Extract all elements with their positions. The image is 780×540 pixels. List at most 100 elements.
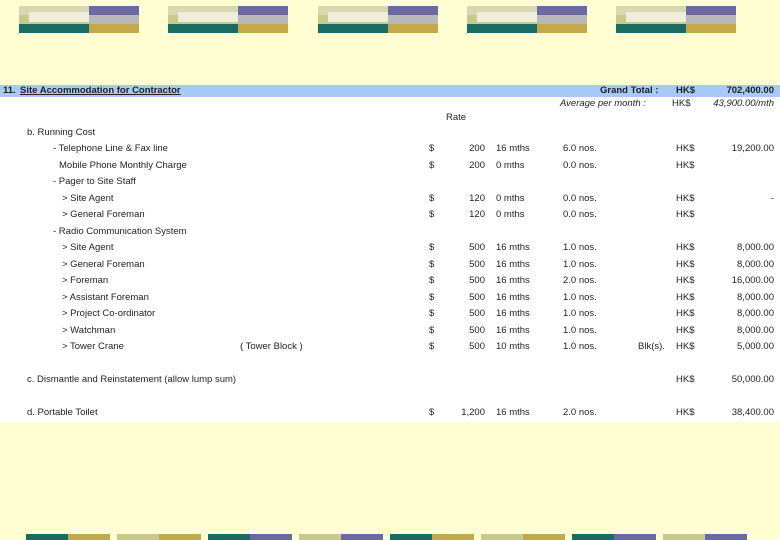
banner-tile-5 — [616, 6, 736, 33]
row-label: > Watchman — [62, 324, 116, 336]
row-currency: HK$ — [676, 143, 695, 154]
row-label: > Foreman — [62, 275, 109, 286]
row-label: - Telephone Line & Fax line — [53, 143, 168, 154]
row-label: > Project Co-ordinator — [62, 308, 156, 319]
spreadsheet-area: 11. Site Accommodation for Contractor Gr… — [0, 85, 780, 422]
row-quantity: 0.0 nos. — [563, 209, 597, 220]
average-currency: HK$ — [672, 98, 691, 109]
row-currency: HK$ — [676, 159, 695, 171]
row-label: - Pager to Site Staff — [53, 176, 136, 187]
row-duration: 16 mths — [496, 143, 530, 154]
row-currency: HK$ — [676, 209, 695, 220]
dismantle-currency: HK$ — [676, 374, 695, 385]
row-currency: HK$ — [676, 242, 695, 253]
row-amount: 16,000.00 — [731, 275, 774, 286]
footer-tile-3 — [208, 534, 292, 540]
footer-tile-5 — [390, 534, 474, 540]
row-rate: 500 — [469, 308, 485, 319]
footer-tile-4 — [299, 534, 383, 540]
row-quantity: 1.0 nos. — [563, 308, 597, 319]
row-label: > General Foreman — [62, 258, 145, 270]
row-rate: 120 — [469, 209, 485, 220]
row-rate: 200 — [469, 159, 485, 171]
row-rate: 120 — [469, 192, 485, 204]
row-label: > Site Agent — [62, 192, 114, 204]
toilet-duration: 16 mths — [496, 407, 530, 418]
average-label: Average per month : — [560, 98, 646, 109]
row-label: > Site Agent — [62, 242, 114, 253]
row-quantity: 1.0 nos. — [563, 291, 597, 303]
running-cost-heading: b. Running Cost — [27, 127, 96, 138]
row-currency: HK$ — [676, 275, 695, 286]
banner-tile-4 — [467, 6, 587, 33]
row-duration: 16 mths — [496, 242, 530, 253]
row-rate: 500 — [469, 324, 485, 336]
row-symbol: $ — [429, 308, 435, 319]
row-duration: 10 mths — [496, 341, 530, 352]
row-note: ( Tower Block ) — [240, 341, 303, 352]
row-quantity: 6.0 nos. — [563, 143, 597, 154]
toilet-rate: 1,200 — [461, 407, 485, 418]
row-currency: HK$ — [676, 291, 695, 303]
row-amount: 19,200.00 — [731, 143, 774, 154]
banner-tile-1 — [19, 6, 139, 33]
row-rate: 500 — [469, 258, 485, 270]
row-symbol: $ — [429, 242, 435, 253]
grand-total-label: Grand Total : — [600, 85, 659, 96]
row-label: > General Foreman — [62, 209, 145, 220]
row-currency: HK$ — [676, 258, 695, 270]
grand-total-currency: HK$ — [676, 85, 696, 96]
toilet-currency: HK$ — [676, 407, 695, 418]
row-symbol: $ — [429, 291, 435, 303]
row-rate: 500 — [469, 275, 485, 286]
row-symbol: $ — [429, 192, 435, 204]
footer-tile-1 — [26, 534, 110, 540]
row-symbol: $ — [429, 159, 435, 171]
row-rate: 200 — [469, 143, 485, 154]
row-quantity: 2.0 nos. — [563, 275, 597, 286]
dismantle-label: c. Dismantle and Reinstatement (allow lu… — [27, 374, 237, 385]
toilet-quantity: 2.0 nos. — [563, 407, 597, 418]
toilet-symbol: $ — [429, 407, 435, 418]
row-symbol: $ — [429, 143, 435, 154]
row-duration: 16 mths — [496, 258, 530, 270]
footer-tile-2 — [117, 534, 201, 540]
section-number: 11. — [3, 85, 16, 96]
footer-tile-8 — [663, 534, 747, 540]
grand-total-value: 702,400.00 — [726, 85, 774, 96]
footer-tile-6 — [481, 534, 565, 540]
footer-tile-7 — [572, 534, 656, 540]
row-amount: 8,000.00 — [737, 291, 774, 303]
average-value: 43,900.00/mth — [713, 98, 774, 109]
toilet-label: d. Portable Toilet — [27, 407, 98, 418]
row-duration: 0 mths — [496, 192, 525, 204]
row-currency: HK$ — [676, 341, 695, 352]
row-rate: 500 — [469, 291, 485, 303]
row-symbol: $ — [429, 324, 435, 336]
row-label: > Tower Crane — [62, 341, 124, 352]
row-label: Mobile Phone Monthly Charge — [59, 159, 187, 171]
row-currency: HK$ — [676, 308, 695, 319]
row-label: > Assistant Foreman — [62, 291, 149, 303]
row-currency: HK$ — [676, 324, 695, 336]
toilet-amount: 38,400.00 — [731, 407, 774, 418]
row-duration: 16 mths — [496, 275, 530, 286]
row-amount: 8,000.00 — [737, 258, 774, 270]
row-amount: 8,000.00 — [737, 242, 774, 253]
row-quantity: 1.0 nos. — [563, 341, 597, 352]
row-amount: 8,000.00 — [737, 324, 774, 336]
row-label: - Radio Communication System — [53, 225, 187, 237]
dismantle-amount: 50,000.00 — [731, 374, 774, 385]
row-symbol: $ — [429, 341, 435, 352]
banner-tile-3 — [318, 6, 438, 33]
row-duration: 16 mths — [496, 324, 530, 336]
row-symbol: $ — [429, 275, 435, 286]
row-amount: - — [770, 192, 774, 204]
row-duration: 16 mths — [496, 291, 530, 303]
row-currency: HK$ — [676, 192, 695, 204]
rate-column-header: Rate — [446, 112, 467, 123]
row-amount: 8,000.00 — [737, 308, 774, 319]
row-amount: 5,000.00 — [737, 341, 774, 352]
row-rate: 500 — [469, 341, 485, 352]
row-quantity: 0.0 nos. — [563, 159, 597, 171]
